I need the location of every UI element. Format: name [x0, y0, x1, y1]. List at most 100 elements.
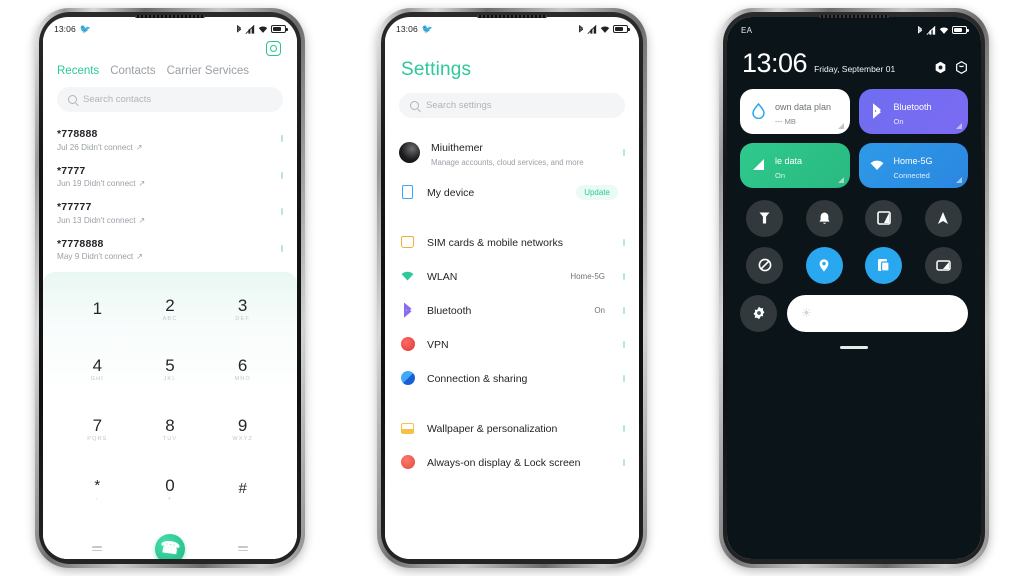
tile-mobile-data[interactable]: le data On: [740, 142, 850, 188]
tile-title: Bluetooth: [893, 101, 932, 112]
signal-icon: [587, 24, 597, 34]
toggle-dark-mode[interactable]: [865, 199, 903, 237]
account-avatar: [399, 142, 420, 163]
update-badge[interactable]: Update: [576, 184, 618, 200]
call-number: *778888: [57, 128, 98, 140]
toggle-dnd[interactable]: [746, 246, 784, 284]
quick-tiles: own data plan --- MB Bluetooth On le dat…: [740, 88, 968, 188]
tile-title: own data plan: [775, 101, 832, 112]
toggle-navigation[interactable]: [924, 199, 962, 237]
settings-item-bluetooth[interactable]: Bluetooth On: [399, 293, 625, 327]
tile-expand-icon[interactable]: [837, 176, 844, 183]
call-number: *77777: [57, 201, 92, 213]
dialpad-key-hash[interactable]: #: [206, 480, 279, 498]
dialpad-menu-left-icon[interactable]: [61, 540, 134, 558]
call-number: *7778888: [57, 237, 104, 250]
toggle-silent[interactable]: [805, 199, 843, 237]
call-log-row[interactable]: *7778888 May 9 Didn't connect ↗: [57, 232, 283, 269]
outgoing-arrow-icon: ↗: [135, 142, 143, 152]
search-contacts-input[interactable]: Search contacts: [57, 87, 283, 112]
settings-item-my-device[interactable]: My device Update: [399, 175, 625, 209]
call-button[interactable]: ☎: [134, 534, 207, 559]
tab-carrier-services[interactable]: Carrier Services: [167, 65, 249, 77]
wifi-icon: [939, 27, 949, 34]
settings-item-wallpaper[interactable]: Wallpaper & personalization: [399, 411, 625, 445]
clock-date: Friday, September 01: [814, 63, 896, 74]
bird-icon: 🐦: [79, 23, 91, 34]
toggle-location[interactable]: [805, 246, 843, 284]
settings-item-label: Always-on display & Lock screen: [427, 457, 581, 469]
cast-icon: [936, 260, 951, 271]
settings-item-label: WLAN: [427, 271, 458, 283]
carrier-label: EA: [741, 25, 753, 35]
dialpad-key-5[interactable]: 5 JKL: [134, 357, 207, 382]
key-digit: 7: [92, 416, 103, 436]
dialpad-key-3[interactable]: 3 DEF: [206, 297, 279, 322]
call-log-row[interactable]: *7777 Jun 19 Didn't connect ↗: [57, 159, 283, 196]
call-log-row[interactable]: *77777 Jun 13 Didn't connect ↗: [57, 195, 283, 232]
toggle-flashlight[interactable]: [746, 199, 784, 237]
call-info-icon[interactable]: [281, 244, 283, 252]
call-info-icon[interactable]: [281, 171, 283, 179]
wifi-icon: [600, 26, 610, 33]
chevron-right-icon: [623, 458, 625, 466]
tile-expand-icon[interactable]: [956, 122, 962, 129]
wifi-icon: [399, 268, 416, 285]
tab-contacts[interactable]: Contacts: [110, 65, 155, 77]
chevron-right-icon: [623, 374, 625, 382]
tile-data-plan[interactable]: own data plan --- MB: [740, 88, 850, 134]
vpn-icon: [399, 336, 416, 353]
key-digit: #: [238, 480, 247, 498]
tile-expand-icon[interactable]: [837, 122, 844, 129]
dialpad-key-8[interactable]: 8 TUV: [134, 417, 207, 442]
dialpad-key-1[interactable]: 1: [61, 300, 134, 319]
search-settings-input[interactable]: Search settings: [399, 93, 625, 118]
call-info-icon[interactable]: [281, 208, 283, 215]
tile-expand-icon[interactable]: [956, 176, 962, 183]
settings-item-vpn[interactable]: VPN: [399, 327, 625, 361]
dnd-icon: [758, 258, 772, 272]
earpiece-speaker: [819, 15, 889, 18]
settings-item-label: VPN: [427, 339, 449, 351]
phone-control-center: EA 13:06 Friday, September 01 own data p…: [719, 8, 989, 568]
dialpad-key-2[interactable]: 2 ABC: [134, 297, 207, 322]
key-letters: ABC: [162, 316, 178, 323]
dialpad-key-4[interactable]: 4 GHI: [61, 357, 134, 382]
dialpad-key-star[interactable]: *,: [61, 477, 134, 501]
dialpad-key-7[interactable]: 7 PQRS: [61, 417, 134, 442]
key-digit: 6: [237, 356, 248, 376]
clock-time: 13:06: [742, 48, 808, 78]
settings-item-sim-cards[interactable]: SIM cards & mobile networks: [399, 225, 625, 259]
call-detail: Jun 13 Didn't connect: [57, 215, 136, 225]
settings-item-always-on-display[interactable]: Always-on display & Lock screen: [399, 445, 625, 479]
drag-handle[interactable]: [840, 345, 868, 349]
dialpad-key-6[interactable]: 6 MNO: [206, 357, 279, 382]
call-log-row[interactable]: *778888 Jul 26 Didn't connect ↗: [57, 122, 283, 159]
bluetooth-icon: [399, 302, 416, 319]
dialer-tabs: Recents Contacts Carrier Services: [57, 65, 283, 77]
dialpad-key-0[interactable]: 0 +: [134, 477, 207, 502]
settings-item-account[interactable]: Miuithemer Manage accounts, cloud servic…: [399, 130, 625, 175]
call-info-icon[interactable]: [281, 135, 283, 142]
tile-wifi[interactable]: Home-5G Connected: [858, 142, 968, 188]
settings-item-subtitle: Manage accounts, cloud services, and mor…: [431, 158, 584, 167]
chevron-right-icon: [623, 149, 625, 156]
toggle-screenshot[interactable]: [865, 246, 903, 284]
screenshot-icon: [878, 259, 890, 272]
settings-item-wlan[interactable]: WLAN Home-5G: [399, 259, 625, 293]
call-detail: Jun 19 Didn't connect: [57, 179, 136, 188]
toggle-cast[interactable]: [924, 246, 962, 284]
toggle-sync[interactable]: [740, 294, 777, 332]
search-placeholder: Search contacts: [83, 94, 152, 105]
brightness-slider[interactable]: ☀: [787, 294, 968, 332]
dialpad-menu-right-icon[interactable]: [206, 540, 279, 558]
settings-item-label: Connection & sharing: [427, 373, 528, 385]
power-hex-icon[interactable]: [955, 60, 968, 74]
settings-app: Settings Search settings Miuithemer Mana…: [385, 37, 639, 559]
dialpad-key-9[interactable]: 9 WXYZ: [206, 417, 279, 442]
tab-recents[interactable]: Recents: [57, 65, 99, 77]
tile-bluetooth[interactable]: Bluetooth On: [858, 88, 968, 134]
settings-item-connection-sharing[interactable]: Connection & sharing: [399, 361, 625, 395]
gear-icon[interactable]: [266, 41, 281, 56]
settings-hex-icon[interactable]: [934, 61, 947, 74]
